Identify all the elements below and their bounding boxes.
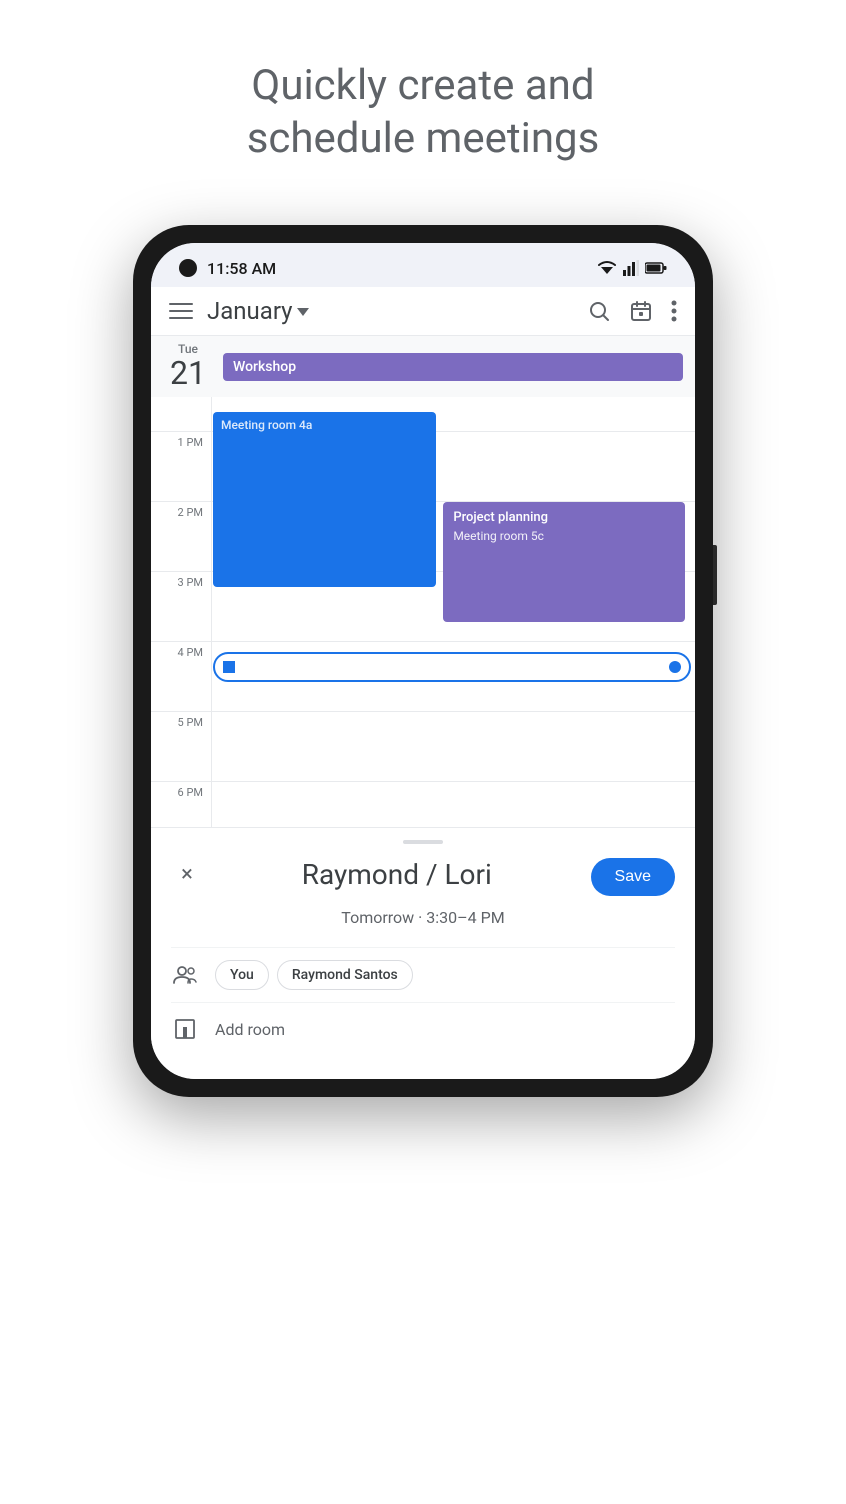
close-button[interactable]: × — [171, 858, 203, 890]
time-4pm: 4 PM — [151, 642, 211, 711]
event-title: Raymond / Lori — [203, 858, 591, 891]
app-header: January — [151, 287, 695, 336]
status-time: 11:58 AM — [207, 259, 276, 278]
save-button[interactable]: Save — [591, 858, 675, 896]
menu-icon[interactable] — [169, 299, 193, 323]
attendees-icon — [171, 961, 199, 989]
blue-event[interactable]: Meeting room 4a — [213, 412, 436, 587]
month-selector[interactable]: January — [207, 297, 573, 325]
wifi-icon — [597, 260, 617, 276]
header-actions — [587, 299, 677, 323]
search-icon[interactable] — [587, 299, 611, 323]
bottom-sheet: × Raymond / Lori Save Tomorrow · 3:30–4 … — [151, 827, 695, 1079]
time-5pm: 5 PM — [151, 712, 211, 781]
time-3pm: 3 PM — [151, 572, 211, 641]
month-dropdown-arrow — [297, 308, 309, 316]
time-1pm: 1 PM — [151, 432, 211, 501]
phone-shell: 11:58 AM — [133, 225, 713, 1097]
phone-screen: 11:58 AM — [151, 243, 695, 1079]
attendee-chips: You Raymond Santos — [215, 960, 413, 990]
time-2pm: 2 PM — [151, 502, 211, 571]
camera-dot — [179, 259, 197, 277]
battery-icon — [645, 262, 667, 274]
time-6pm: 6 PM — [151, 782, 211, 827]
attendees-row: You Raymond Santos — [171, 947, 675, 1002]
hero-text: Quickly create and schedule meetings — [167, 0, 680, 205]
calendar-today-icon[interactable] — [629, 299, 653, 323]
sheet-handle — [403, 840, 443, 844]
sheet-header: × Raymond / Lori Save — [171, 858, 675, 896]
day-header: Tue 21 Workshop — [151, 336, 695, 397]
all-day-event[interactable]: Workshop — [223, 353, 683, 381]
chip-raymond[interactable]: Raymond Santos — [277, 960, 413, 990]
day-label: Tue 21 — [163, 342, 213, 391]
phone-side-button — [713, 545, 717, 605]
day-number: 21 — [170, 356, 206, 391]
status-icons — [597, 260, 667, 276]
signal-icon — [623, 260, 639, 276]
purple-event[interactable]: Project planning Meeting room 5c — [443, 502, 685, 622]
time-selection-bar[interactable] — [213, 652, 691, 682]
time-selection-handle-left[interactable] — [223, 661, 235, 673]
more-options-icon[interactable] — [671, 299, 677, 323]
time-grid: 1 PM 2 PM 3 PM 4 PM — [151, 397, 695, 827]
add-room-label: Add room — [215, 1020, 285, 1039]
add-room-row[interactable]: Add room — [171, 1002, 675, 1055]
event-datetime: Tomorrow · 3:30–4 PM — [171, 908, 675, 927]
status-bar: 11:58 AM — [151, 243, 695, 287]
time-selection-handle-right[interactable] — [669, 661, 681, 673]
chip-you[interactable]: You — [215, 960, 269, 990]
room-icon — [171, 1015, 199, 1043]
phone-mockup: 11:58 AM — [133, 225, 713, 1097]
